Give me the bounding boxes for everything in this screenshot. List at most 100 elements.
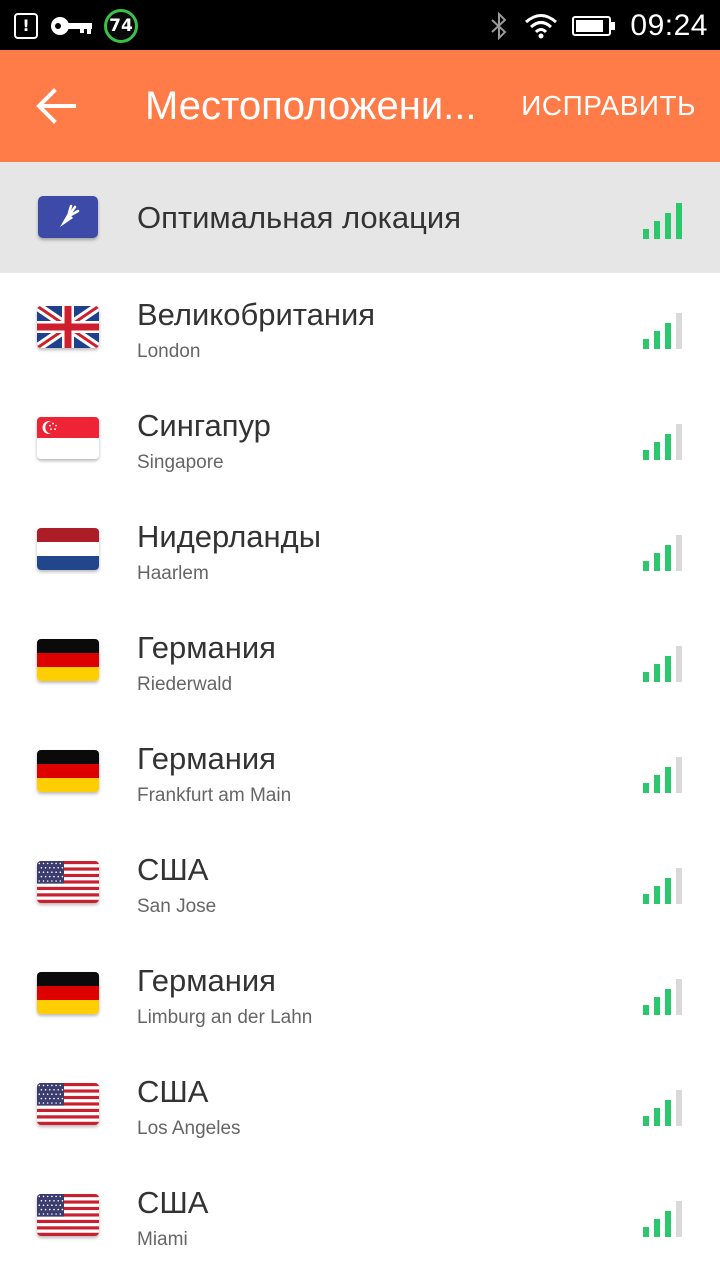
signal-bar bbox=[643, 1116, 649, 1126]
signal-bar bbox=[643, 450, 649, 460]
signal-bar bbox=[665, 1211, 671, 1237]
signal-bar bbox=[643, 339, 649, 349]
city-name: Singapore bbox=[137, 452, 224, 473]
signal-strength-icon bbox=[643, 199, 687, 239]
flag-us-icon bbox=[37, 861, 99, 903]
signal-bar bbox=[643, 1227, 649, 1237]
country-name: Германия bbox=[137, 630, 276, 665]
flag-sg-icon bbox=[37, 417, 99, 459]
signal-bar bbox=[665, 545, 671, 571]
flag-nl-icon bbox=[37, 528, 99, 570]
flag-de-icon bbox=[37, 639, 99, 681]
flag-uk-icon bbox=[37, 306, 99, 348]
signal-strength-icon bbox=[643, 420, 687, 460]
signal-bar bbox=[676, 1090, 682, 1126]
city-name: Frankfurt am Main bbox=[137, 785, 292, 806]
app-bar: Местоположени... ИСПРАВИТЬ bbox=[0, 50, 720, 162]
signal-bar bbox=[676, 979, 682, 1015]
flag-de-icon bbox=[37, 972, 99, 1014]
location-row[interactable]: США San Jose bbox=[0, 828, 720, 939]
city-name: Riederwald bbox=[137, 674, 233, 695]
signal-bar bbox=[654, 997, 660, 1015]
signal-bar bbox=[665, 1100, 671, 1126]
country-name: США bbox=[137, 1074, 209, 1109]
city-name: London bbox=[137, 341, 201, 362]
battery-icon bbox=[572, 15, 616, 37]
signal-strength-icon bbox=[643, 531, 687, 571]
signal-bar bbox=[654, 331, 660, 349]
location-row[interactable]: Нидерланды Haarlem bbox=[0, 495, 720, 606]
wifi-icon bbox=[524, 13, 558, 39]
location-list: Оптимальная локация Великобритания London… bbox=[0, 162, 720, 1272]
signal-bar bbox=[654, 221, 660, 239]
optimal-location-label: Оптимальная локация bbox=[137, 200, 461, 235]
location-row[interactable]: Великобритания London bbox=[0, 273, 720, 384]
country-name: Германия bbox=[137, 741, 276, 776]
status-right: 09:24 bbox=[474, 6, 708, 46]
city-name: San Jose bbox=[137, 896, 217, 917]
signal-bar bbox=[654, 664, 660, 682]
signal-bar bbox=[643, 229, 649, 239]
signal-bar bbox=[654, 442, 660, 460]
optimal-location-row[interactable]: Оптимальная локация bbox=[0, 162, 720, 273]
signal-bar bbox=[676, 1201, 682, 1237]
battery-badge: 74 bbox=[104, 9, 138, 43]
country-name: Нидерланды bbox=[137, 519, 322, 554]
signal-strength-icon bbox=[643, 864, 687, 904]
country-name: США bbox=[137, 1185, 209, 1220]
location-row[interactable]: Германия Limburg an der Lahn bbox=[0, 939, 720, 1050]
signal-bar bbox=[665, 434, 671, 460]
location-row[interactable]: США Miami bbox=[0, 1161, 720, 1272]
country-name: Великобритания bbox=[137, 297, 376, 332]
signal-bar bbox=[654, 886, 660, 904]
signal-bar bbox=[654, 1219, 660, 1237]
clock: 09:24 bbox=[630, 9, 708, 42]
signal-bar bbox=[665, 989, 671, 1015]
flag-de-icon bbox=[37, 750, 99, 792]
signal-bar bbox=[676, 203, 682, 239]
signal-bar bbox=[665, 767, 671, 793]
location-row[interactable]: США Los Angeles bbox=[0, 1050, 720, 1161]
signal-bar bbox=[676, 313, 682, 349]
signal-strength-icon bbox=[643, 1197, 687, 1237]
signal-strength-icon bbox=[643, 1086, 687, 1126]
carrot-icon bbox=[38, 196, 98, 238]
alert-icon: ! bbox=[14, 13, 38, 39]
location-row[interactable]: Германия Riederwald bbox=[0, 606, 720, 717]
country-name: Германия bbox=[137, 963, 276, 998]
signal-bar bbox=[643, 894, 649, 904]
signal-bar bbox=[654, 553, 660, 571]
signal-bar bbox=[643, 561, 649, 571]
city-name: Limburg an der Lahn bbox=[137, 1007, 313, 1028]
fix-button[interactable]: ИСПРАВИТЬ bbox=[521, 80, 696, 132]
signal-strength-icon bbox=[643, 309, 687, 349]
flag-us-icon bbox=[37, 1194, 99, 1236]
signal-bar bbox=[654, 775, 660, 793]
city-name: Haarlem bbox=[137, 563, 209, 584]
arrow-left-icon bbox=[36, 88, 76, 124]
back-button[interactable] bbox=[34, 86, 78, 126]
signal-bar bbox=[643, 1005, 649, 1015]
signal-bar bbox=[676, 757, 682, 793]
signal-strength-icon bbox=[643, 975, 687, 1015]
signal-bar bbox=[665, 323, 671, 349]
status-left: ! 74 bbox=[14, 6, 138, 46]
signal-bar bbox=[643, 672, 649, 682]
location-row[interactable]: Германия Frankfurt am Main bbox=[0, 717, 720, 828]
signal-bar bbox=[643, 783, 649, 793]
signal-bar bbox=[665, 656, 671, 682]
city-name: Miami bbox=[137, 1229, 188, 1250]
flag-us-icon bbox=[37, 1083, 99, 1125]
signal-bar bbox=[654, 1108, 660, 1126]
signal-bar bbox=[676, 424, 682, 460]
signal-bar bbox=[676, 868, 682, 904]
location-row[interactable]: Сингапур Singapore bbox=[0, 384, 720, 495]
page-title: Местоположени... bbox=[145, 84, 477, 128]
country-name: США bbox=[137, 852, 209, 887]
signal-strength-icon bbox=[643, 642, 687, 682]
signal-strength-icon bbox=[643, 753, 687, 793]
status-bar: ! 74 09:24 bbox=[0, 0, 720, 50]
signal-bar bbox=[665, 878, 671, 904]
signal-bar bbox=[676, 535, 682, 571]
key-icon bbox=[50, 15, 94, 37]
